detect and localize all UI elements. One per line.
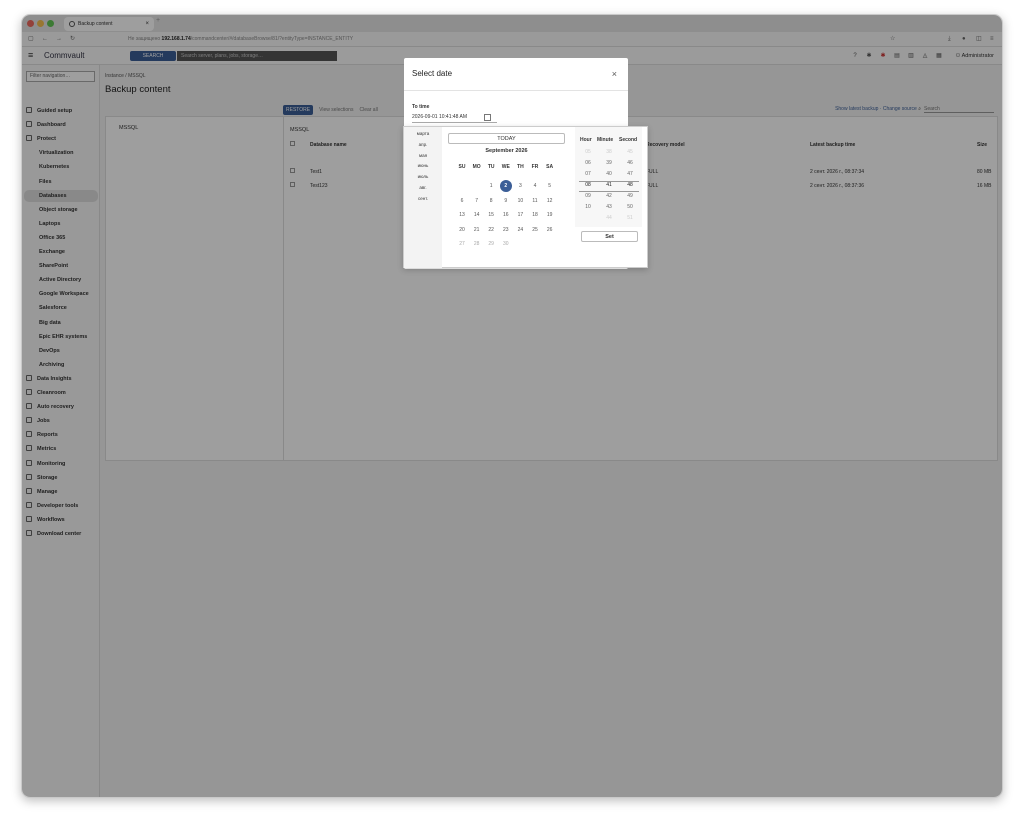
calendar-icon[interactable] (484, 114, 491, 121)
hour-option[interactable]: 09 (580, 193, 596, 199)
day-cell[interactable]: 5 (544, 180, 556, 192)
day-cell[interactable]: 4 (529, 180, 541, 192)
weekday-header: FR (531, 164, 539, 170)
hour-option[interactable]: 08 (580, 182, 596, 188)
month-option[interactable]: июль (404, 174, 442, 179)
day-cell[interactable]: 22 (485, 224, 497, 236)
day-cell[interactable]: 7 (471, 195, 483, 207)
day-cell[interactable]: 30 (500, 238, 512, 250)
date-time-picker: марта апр. мая июнь июль авг. сент. TODAY Sept… (403, 126, 648, 268)
day-cell[interactable]: 23 (500, 224, 512, 236)
minute-option[interactable]: 39 (601, 160, 617, 166)
day-cell[interactable]: 10 (514, 195, 526, 207)
second-option[interactable]: 46 (622, 160, 638, 166)
weekday-header: TU (487, 164, 495, 170)
browser-window: Backup content × + ▢ ← → ↻ Не защищено 19… (21, 14, 1003, 798)
weekday-header: MO (472, 164, 481, 170)
weekday-header: WE (501, 164, 510, 170)
day-cell[interactable]: 2 (499, 180, 512, 192)
weekday-header: SU (458, 164, 466, 170)
day-cell[interactable]: 13 (456, 209, 468, 221)
weekday-header: TH (517, 164, 524, 170)
minute-option[interactable]: 40 (601, 171, 617, 177)
second-option[interactable]: 48 (622, 182, 638, 188)
month-option[interactable]: апр. (404, 142, 442, 147)
day-cell[interactable]: 9 (500, 195, 512, 207)
minute-option[interactable]: 42 (601, 193, 617, 199)
day-cell[interactable]: 21 (471, 224, 483, 236)
day-cell[interactable]: 16 (500, 209, 512, 221)
minute-option[interactable]: 41 (601, 182, 617, 188)
minute-option[interactable]: 43 (601, 204, 617, 210)
hour-option[interactable]: 06 (580, 160, 596, 166)
day-cell[interactable]: 17 (514, 209, 526, 221)
day-cell[interactable]: 29 (485, 238, 497, 250)
second-option[interactable]: 51 (622, 215, 638, 221)
day-cell[interactable]: 12 (544, 195, 556, 207)
day-cell[interactable]: 6 (456, 195, 468, 207)
day-cell[interactable]: 25 (529, 224, 541, 236)
set-button[interactable]: Set (581, 231, 638, 242)
day-cell[interactable]: 24 (514, 224, 526, 236)
second-label: Second (619, 137, 638, 143)
month-option[interactable]: мая (404, 153, 442, 158)
minute-label: Minute (597, 137, 614, 143)
day-cell[interactable]: 1 (485, 180, 497, 192)
today-button[interactable]: TODAY (448, 133, 565, 144)
minute-option[interactable]: 38 (601, 149, 617, 155)
month-option[interactable]: марта (404, 131, 442, 136)
day-cell[interactable]: 26 (544, 224, 556, 236)
to-time-label: To time (412, 104, 430, 110)
day-cell[interactable]: 15 (485, 209, 497, 221)
day-cell[interactable]: 20 (456, 224, 468, 236)
second-option[interactable]: 49 (622, 193, 638, 199)
day-cell[interactable]: 18 (529, 209, 541, 221)
day-cell[interactable]: 11 (529, 195, 541, 207)
day-cell[interactable]: 3 (514, 180, 526, 192)
second-option[interactable]: 45 (622, 149, 638, 155)
month-list: марта апр. мая июнь июль авг. сент. (404, 127, 442, 268)
month-option[interactable]: июнь (404, 163, 442, 168)
day-cell[interactable]: 27 (456, 238, 468, 250)
second-option[interactable]: 47 (622, 171, 638, 177)
time-selector: Hour Minute Second (575, 127, 642, 227)
day-cell[interactable]: 14 (471, 209, 483, 221)
hour-option[interactable]: 10 (580, 204, 596, 210)
day-cell[interactable]: 28 (471, 238, 483, 250)
day-cell[interactable]: 8 (485, 195, 497, 207)
hour-option[interactable]: 05 (580, 149, 596, 155)
month-year-title: September 2026 (485, 148, 528, 154)
hour-label: Hour (580, 137, 592, 143)
close-icon[interactable]: × (612, 58, 617, 90)
day-cell[interactable]: 19 (544, 209, 556, 221)
month-option[interactable]: авг. (404, 185, 442, 190)
hour-option[interactable]: 07 (580, 171, 596, 177)
second-option[interactable]: 50 (622, 204, 638, 210)
minute-option[interactable]: 44 (601, 215, 617, 221)
month-option[interactable]: сент. (404, 196, 442, 201)
dialog-title: Select date (404, 58, 628, 91)
weekday-header: SA (546, 164, 554, 170)
